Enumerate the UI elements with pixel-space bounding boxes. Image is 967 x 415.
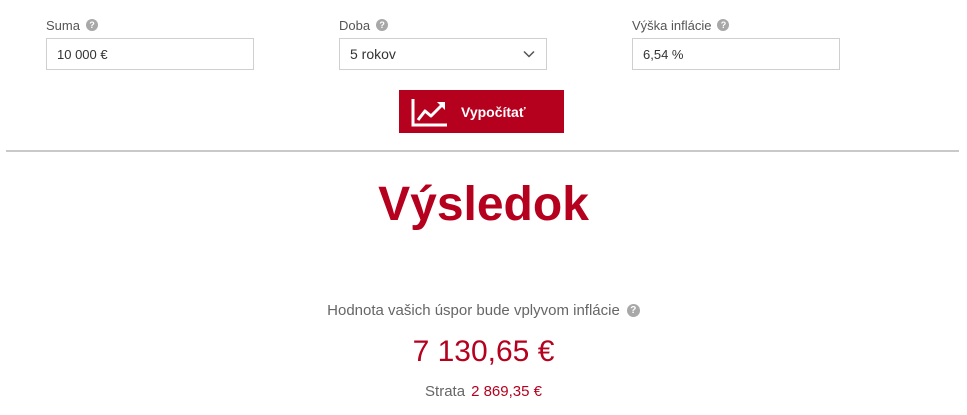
inflation-calculator: Suma ? 10 000 € Doba ? 5 rokov Výška inf… xyxy=(0,0,967,415)
inflacia-help-icon[interactable]: ? xyxy=(717,19,730,31)
doba-label: Doba xyxy=(339,17,371,33)
calculate-button-label: Vypočítať xyxy=(461,103,526,120)
chevron-down-icon xyxy=(523,50,535,58)
result-value: 7 130,65 € xyxy=(412,335,555,368)
loss-value: 2 869,35 € xyxy=(471,383,542,400)
inflacia-input-value: 6,54 % xyxy=(643,46,684,62)
suma-field: Suma ? 10 000 € xyxy=(46,17,254,70)
chart-trend-icon xyxy=(411,98,447,126)
loss-label: Strata xyxy=(425,383,466,400)
result-help-icon[interactable]: ? xyxy=(626,304,640,317)
divider xyxy=(6,150,959,152)
suma-label-row: Suma ? xyxy=(46,17,98,33)
suma-label: Suma xyxy=(46,17,80,33)
suma-input-value: 10 000 € xyxy=(57,46,108,62)
doba-field: Doba ? 5 rokov xyxy=(339,17,547,70)
inflacia-field: Výška inflácie ? 6,54 % xyxy=(632,17,840,70)
inflacia-label-row: Výška inflácie ? xyxy=(632,17,730,33)
doba-label-row: Doba ? xyxy=(339,17,389,33)
result-description-row: Hodnota vašich úspor bude vplyvom inflác… xyxy=(0,302,967,319)
suma-input[interactable]: 10 000 € xyxy=(46,38,254,70)
doba-help-icon[interactable]: ? xyxy=(376,19,389,31)
loss-row: Strata 2 869,35 € xyxy=(0,383,967,400)
result-title: Výsledok xyxy=(378,178,589,231)
doba-select[interactable]: 5 rokov xyxy=(339,38,547,70)
doba-selected-value: 5 rokov xyxy=(350,46,396,62)
result-description: Hodnota vašich úspor bude vplyvom inflác… xyxy=(327,302,620,319)
inflacia-input[interactable]: 6,54 % xyxy=(632,38,840,70)
inflacia-label: Výška inflácie xyxy=(632,17,712,33)
suma-help-icon[interactable]: ? xyxy=(85,19,98,31)
calculate-button[interactable]: Vypočítať xyxy=(399,90,564,133)
